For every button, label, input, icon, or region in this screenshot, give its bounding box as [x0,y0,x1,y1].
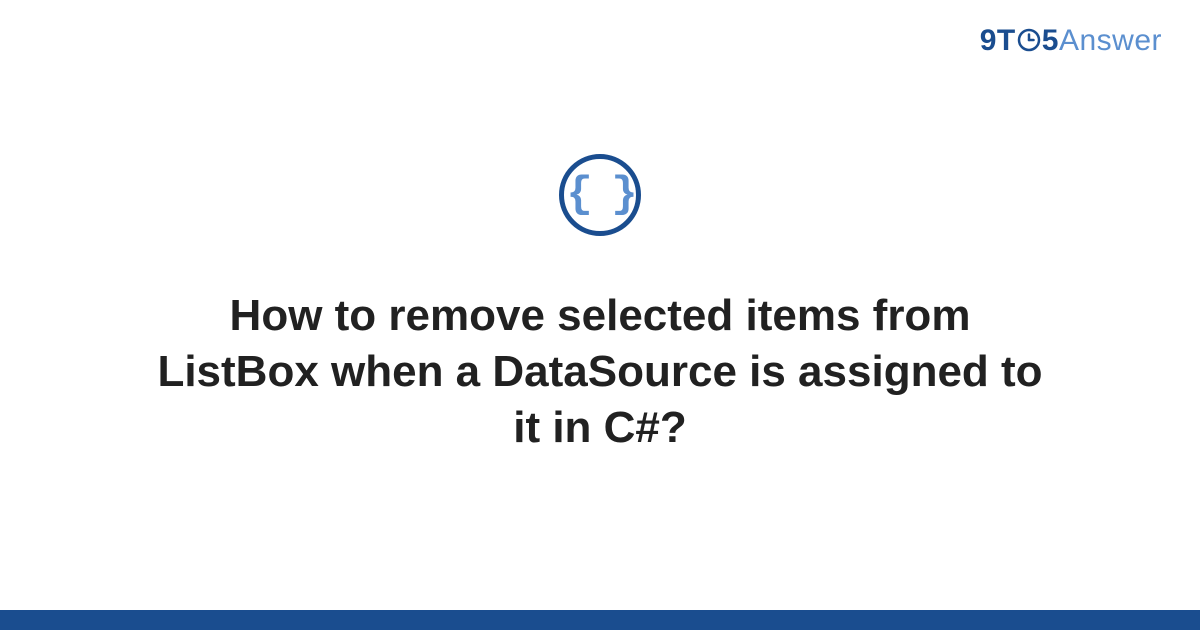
main-content: { } How to remove selected items from Li… [0,0,1200,610]
code-braces-icon: { } [566,173,633,217]
question-title: How to remove selected items from ListBo… [150,288,1050,457]
category-badge: { } [559,154,641,236]
footer-bar [0,610,1200,630]
